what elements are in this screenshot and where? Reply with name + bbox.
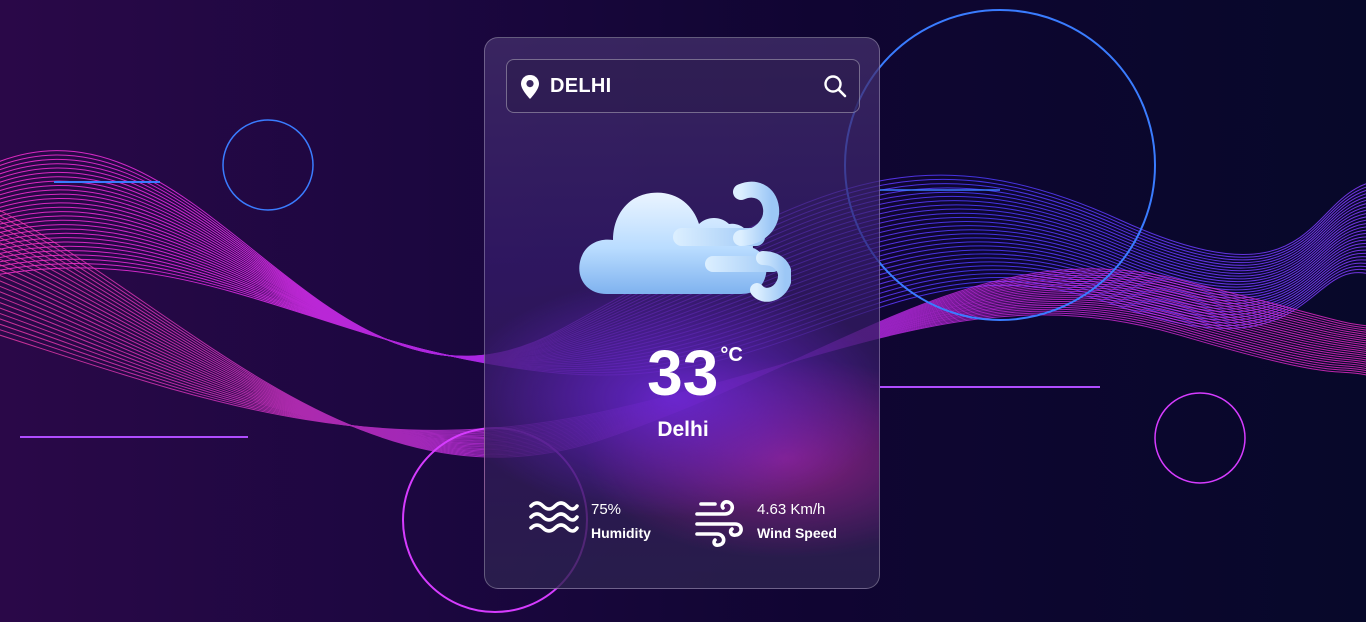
windy-cloud-icon [579, 181, 791, 302]
temperature-unit: °C [720, 344, 743, 366]
search-icon[interactable] [823, 74, 847, 98]
temperature-value: 33 [647, 337, 719, 409]
search-bar [506, 59, 860, 113]
location-pin-icon [521, 75, 539, 99]
weather-card: 33°C Delhi 75% Humidity 4.63 Km/h Wind S… [484, 37, 880, 589]
temperature-display: 33 °C [485, 337, 879, 409]
wind-icon [695, 500, 743, 547]
deco-circle [222, 119, 314, 211]
city-name: Delhi [657, 418, 709, 441]
waves-icon [529, 501, 579, 533]
deco-circle [1154, 392, 1246, 484]
wind-speed-label: Wind Speed [757, 525, 837, 541]
wind-speed-value: 4.63 Km/h [757, 501, 826, 518]
city-search-input[interactable] [550, 73, 810, 99]
humidity-value: 75% [591, 501, 622, 518]
humidity-label: Humidity [591, 525, 651, 541]
